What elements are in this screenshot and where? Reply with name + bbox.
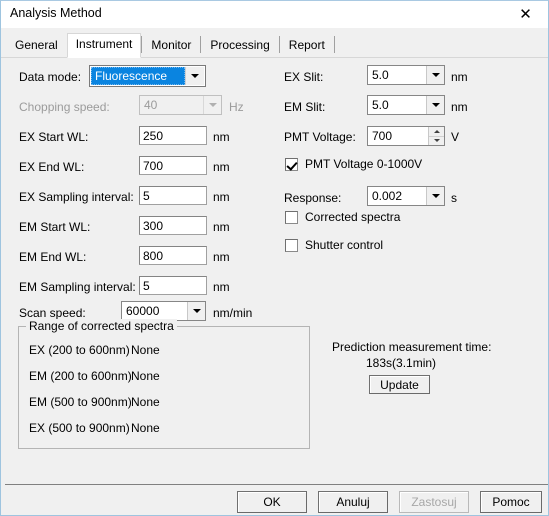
ex-end-wl-input[interactable]: 700 [139,156,207,175]
checkbox-icon[interactable] [285,238,298,252]
em-start-wl-unit: nm [213,220,230,234]
chopping-speed-combo: 40 [139,95,222,115]
response-label: Response: [284,191,342,205]
tab-monitor[interactable]: Monitor [142,35,200,57]
tab-strip: General Instrument Monitor Processing Re… [1,28,548,58]
ex-slit-label: EX Slit: [284,70,324,84]
ex-start-wl-label: EX Start WL: [19,130,89,144]
em-slit-value: 5.0 [372,98,389,112]
em-slit-combo[interactable]: 5.0 [367,95,445,115]
range-row-value: None [131,421,160,435]
response-unit: s [451,191,457,205]
scan-speed-label: Scan speed: [19,306,86,320]
shutter-control-checkbox[interactable]: Shutter control [285,238,383,252]
em-sampling-interval-unit: nm [213,280,230,294]
help-button[interactable]: Pomoc [480,491,542,513]
chevron-down-icon[interactable] [426,96,444,114]
range-group-title: Range of corrected spectra [26,319,177,333]
em-start-wl-label: EM Start WL: [19,220,91,234]
chevron-down-icon[interactable] [426,66,444,84]
pmt-voltage-range-checkbox[interactable]: PMT Voltage 0-1000V [285,157,422,171]
spinner-down-icon[interactable] [429,136,444,145]
tab-report[interactable]: Report [280,35,334,57]
em-slit-label: EM Slit: [284,100,326,114]
chevron-down-icon [203,96,221,114]
ex-end-wl-label: EX End WL: [19,160,85,174]
data-mode-label: Data mode: [19,70,82,84]
chopping-speed-unit: Hz [229,100,244,114]
shutter-control-label: Shutter control [305,238,384,252]
ex-start-wl-unit: nm [213,130,230,144]
ok-button[interactable]: OK [237,491,307,513]
ex-start-wl-input[interactable]: 250 [139,126,207,145]
close-icon: ✕ [519,4,532,23]
prediction-time-label: Prediction measurement time: [332,340,492,354]
em-end-wl-label: EM End WL: [19,250,87,264]
chopping-speed-label: Chopping speed: [19,100,110,114]
pmt-voltage-label: PMT Voltage: [284,130,356,144]
pmt-voltage-spinner[interactable]: 700 [367,126,445,146]
title-bar: Analysis Method ✕ [1,1,548,29]
range-row-value: None [131,343,160,357]
em-sampling-interval-input[interactable]: 5 [139,276,207,295]
em-sampling-interval-label: EM Sampling interval: [19,280,136,294]
tab-separator [333,36,335,53]
em-slit-unit: nm [451,100,468,114]
ex-slit-combo[interactable]: 5.0 [367,65,445,85]
instrument-tab-panel: Data mode: Fluorescence Chopping speed: … [1,58,548,515]
ex-sampling-interval-unit: nm [213,190,230,204]
scan-speed-unit: nm/min [213,306,253,320]
ex-sampling-interval-input[interactable]: 5 [139,186,207,205]
pmt-voltage-unit: V [451,130,460,144]
update-button[interactable]: Update [369,375,430,394]
range-row-label: EX (200 to 600nm) [29,343,130,357]
corrected-spectra-checkbox[interactable]: Corrected spectra [285,210,400,224]
em-end-wl-input[interactable]: 800 [139,246,207,265]
range-row-label: EM (200 to 600nm) [29,369,132,383]
response-combo[interactable]: 0.002 [367,186,445,206]
response-value: 0.002 [372,189,403,203]
range-row-value: None [131,369,160,383]
data-mode-value: Fluorescence [91,67,185,85]
checkbox-icon[interactable] [285,157,298,171]
pmt-voltage-range-label: PMT Voltage 0-1000V [305,157,423,171]
range-row-value: None [131,395,160,409]
chevron-down-icon[interactable] [426,187,444,205]
em-start-wl-input[interactable]: 300 [139,216,207,235]
em-end-wl-unit: nm [213,250,230,264]
footer-separator [5,484,548,485]
ex-slit-unit: nm [451,70,468,84]
ex-slit-value: 5.0 [372,68,389,82]
tab-general[interactable]: General [6,35,67,57]
spinner-up-icon[interactable] [429,127,444,137]
corrected-spectra-label: Corrected spectra [305,210,401,224]
data-mode-combo[interactable]: Fluorescence [89,65,206,87]
pmt-voltage-value: 700 [372,129,393,143]
prediction-time-value: 183s(3.1min) [366,356,437,370]
window-title: Analysis Method [10,6,102,20]
tab-instrument[interactable]: Instrument [66,33,142,58]
analysis-method-dialog: Analysis Method ✕ General Instrument Mon… [0,0,549,516]
apply-button: Zastosuj [399,491,469,513]
tab-processing[interactable]: Processing [201,35,278,57]
scan-speed-combo[interactable]: 60000 [121,301,206,321]
chopping-speed-value: 40 [144,98,158,112]
range-row-label: EM (500 to 900nm) [29,395,132,409]
chevron-down-icon[interactable] [185,67,204,85]
scan-speed-value: 60000 [126,304,160,318]
cancel-button[interactable]: Anuluj [318,491,388,513]
ex-sampling-interval-label: EX Sampling interval: [19,190,134,204]
chevron-down-icon[interactable] [187,302,205,320]
checkbox-icon[interactable] [285,210,298,224]
range-row-label: EX (500 to 900nm) [29,421,130,435]
close-button[interactable]: ✕ [503,1,548,27]
ex-end-wl-unit: nm [213,160,230,174]
dialog-footer: OK Anuluj Zastosuj Pomoc [1,484,548,515]
